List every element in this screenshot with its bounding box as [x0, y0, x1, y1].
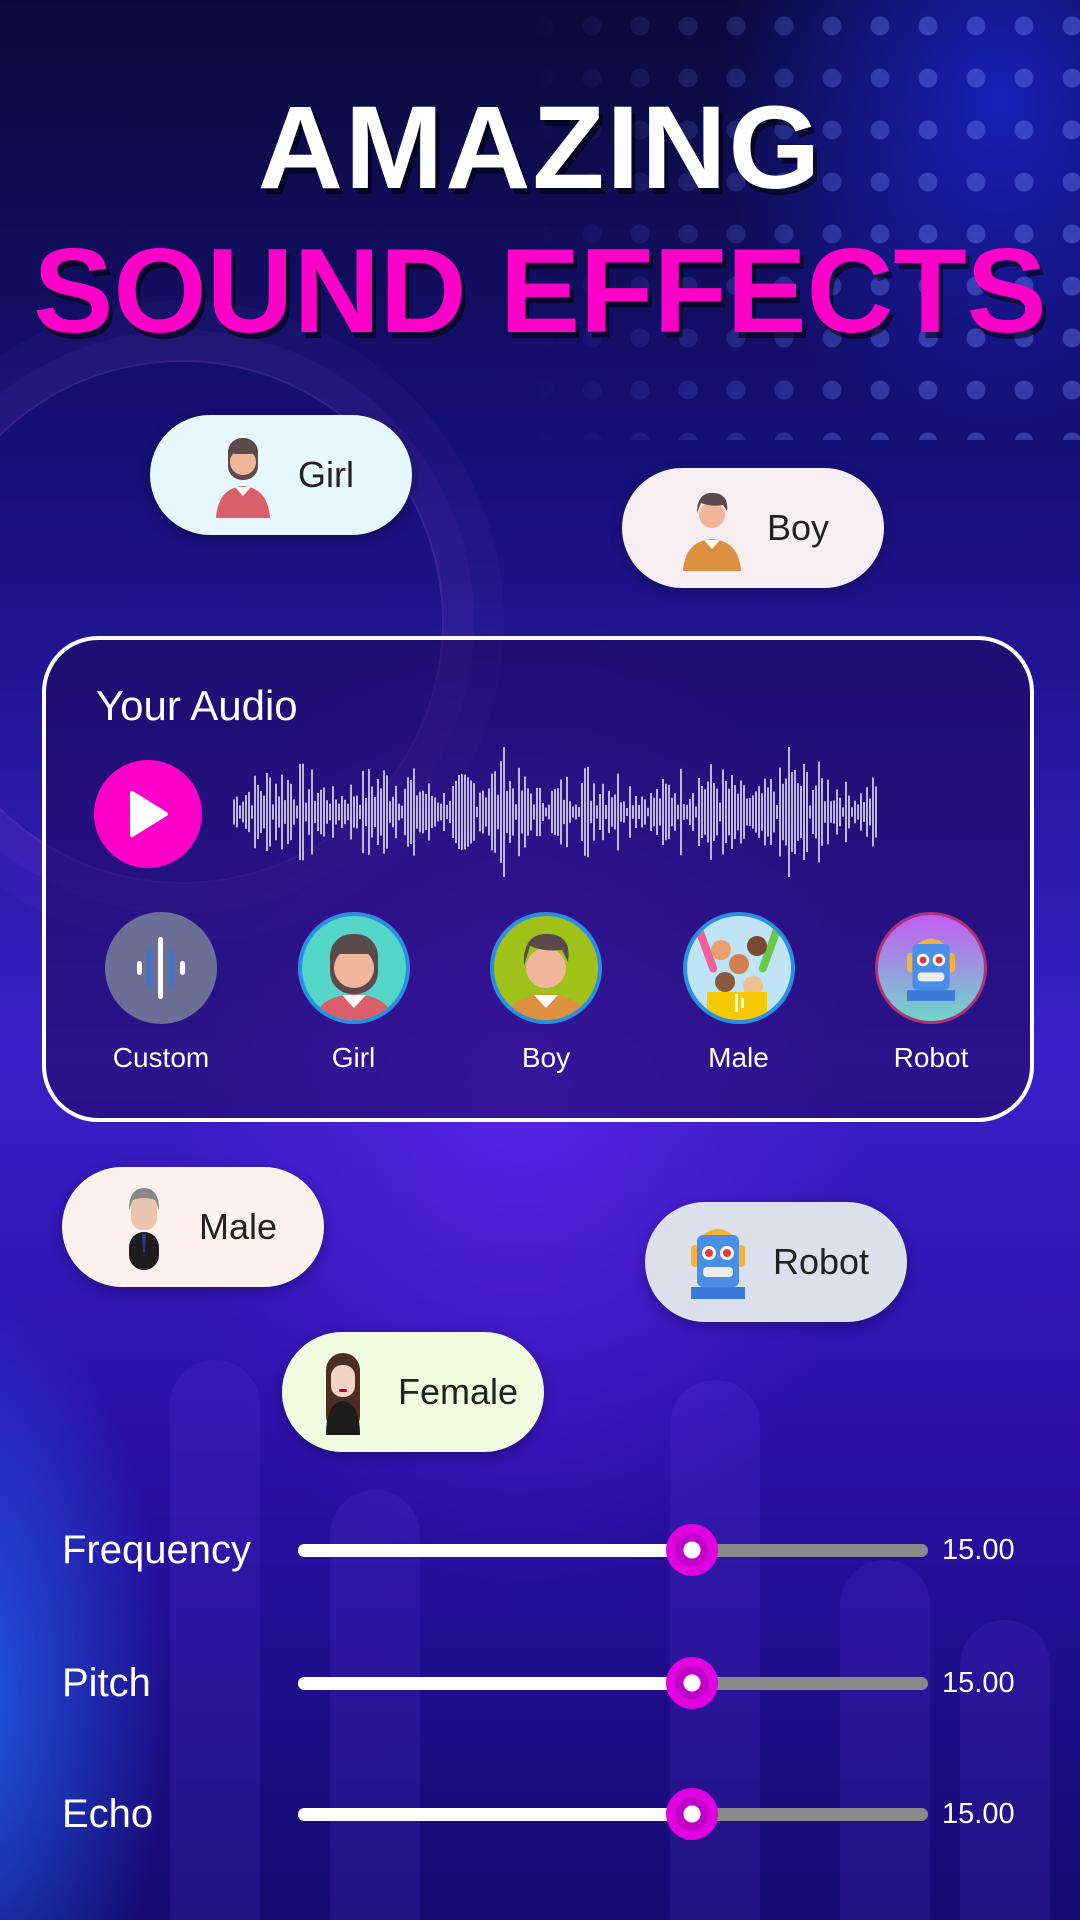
slider-label: Frequency: [62, 1528, 251, 1572]
robot-avatar-icon: [690, 1229, 745, 1299]
slider-thumb[interactable]: [665, 1788, 718, 1840]
card-title: Your Audio: [96, 682, 298, 729]
slider-thumb[interactable]: [665, 1524, 718, 1576]
sound-wave-icon: [105, 912, 217, 1024]
play-button[interactable]: [94, 760, 202, 868]
boy-avatar-icon: [682, 492, 741, 571]
slider-row-pitch: Pitch 15.00: [0, 1653, 1080, 1713]
chip-robot[interactable]: Robot: [645, 1202, 907, 1322]
echo-slider[interactable]: [298, 1788, 928, 1840]
girl-avatar-icon: [297, 912, 410, 1024]
boy-avatar-icon: [490, 912, 602, 1024]
background-bar: [840, 1560, 930, 1920]
chip-female[interactable]: Female: [282, 1332, 544, 1452]
effect-girl[interactable]: Girl: [279, 912, 429, 1074]
female-avatar-icon: [325, 1353, 360, 1435]
slider-fill: [298, 1677, 692, 1690]
chip-label: Male: [198, 1206, 278, 1247]
effect-custom[interactable]: Custom: [86, 912, 236, 1074]
your-audio-card: Your Audio Custom Girl Boy Male Robot: [42, 636, 1034, 1122]
effect-male[interactable]: Male: [664, 912, 814, 1074]
slider-fill: [298, 1544, 692, 1557]
frequency-slider[interactable]: [298, 1524, 928, 1576]
crowd-avatar-icon: [682, 912, 795, 1024]
chip-label: Girl: [298, 454, 354, 495]
slider-row-frequency: Frequency 15.00: [0, 1520, 1080, 1580]
slider-row-echo: Echo 15.00: [0, 1784, 1080, 1844]
chip-girl[interactable]: Girl: [150, 415, 412, 535]
chip-label: Boy: [766, 507, 830, 548]
slider-value: 15.00: [942, 1534, 1015, 1566]
male-avatar-icon: [128, 1188, 159, 1270]
effect-label: Male: [708, 1042, 769, 1073]
effect-label: Boy: [521, 1042, 571, 1073]
effect-list: Custom Girl Boy Male Robot: [86, 912, 1006, 1074]
chip-label: Robot: [772, 1241, 870, 1282]
effect-label: Robot: [893, 1042, 969, 1073]
headline-amazing: AMAZING: [257, 82, 823, 214]
slider-thumb[interactable]: [665, 1657, 718, 1709]
audio-waveform[interactable]: [232, 742, 882, 882]
girl-avatar-icon: [216, 438, 270, 518]
slider-value: 15.00: [942, 1667, 1015, 1699]
effect-robot[interactable]: Robot: [856, 912, 1006, 1074]
effect-label: Girl: [331, 1042, 376, 1073]
effect-boy[interactable]: Boy: [471, 912, 621, 1074]
robot-avatar-icon: [875, 912, 987, 1024]
slider-label: Pitch: [62, 1661, 151, 1705]
effect-label: Custom: [112, 1042, 210, 1073]
chip-boy[interactable]: Boy: [622, 468, 884, 588]
headline-sound-effects: SOUND EFFECTS: [33, 224, 1047, 358]
chip-label: Female: [397, 1371, 519, 1412]
chip-male[interactable]: Male: [62, 1167, 324, 1287]
pitch-slider[interactable]: [298, 1657, 928, 1709]
slider-fill: [298, 1808, 692, 1821]
slider-label: Echo: [62, 1792, 154, 1836]
play-icon: [130, 791, 168, 837]
background-dot-pattern: [520, 0, 1080, 440]
slider-value: 15.00: [942, 1798, 1015, 1830]
